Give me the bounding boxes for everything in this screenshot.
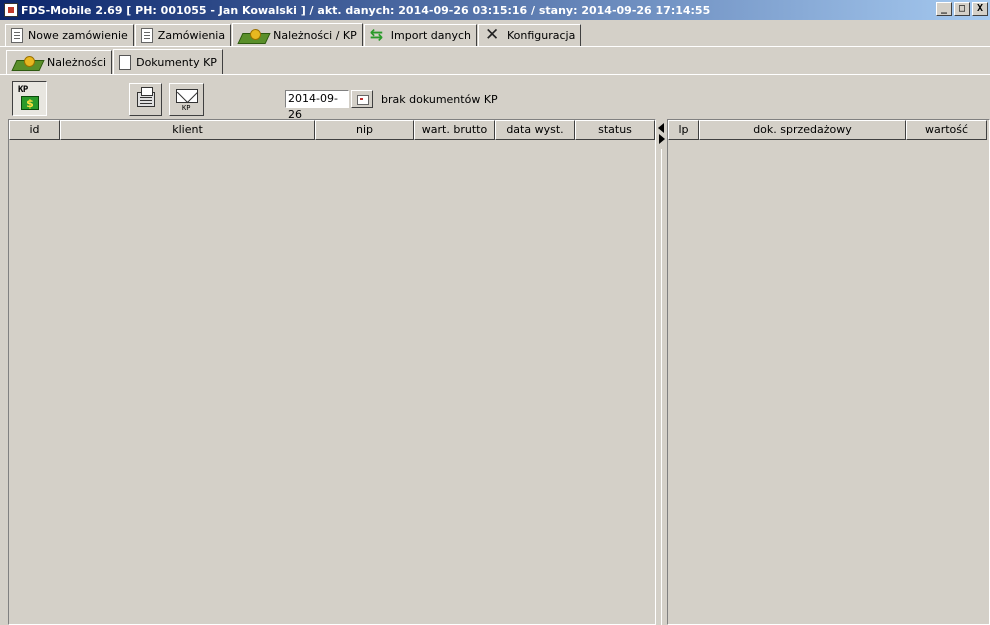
money-icon <box>12 54 42 72</box>
calendar-icon[interactable] <box>351 90 373 108</box>
collapse-right-icon[interactable] <box>659 134 665 144</box>
tab-nowe-zamowienie[interactable]: Nowe zamówienie <box>5 24 134 46</box>
maximize-button[interactable]: □ <box>954 2 970 16</box>
tab-naleznosci[interactable]: Należności <box>6 50 113 74</box>
column-header-wart-brutto[interactable]: wart. brutto <box>414 120 495 140</box>
app-icon <box>4 3 18 17</box>
envelope-icon <box>176 89 198 103</box>
tab-dokumenty-kp[interactable]: Dokumenty KP <box>113 49 223 75</box>
envelope-label: KP <box>182 104 191 112</box>
tab-divider <box>0 46 990 47</box>
column-header-id[interactable]: id <box>9 120 60 140</box>
kp-document-icon <box>119 55 132 70</box>
print-button[interactable] <box>129 83 162 116</box>
table-header: lp dok. sprzedażowy wartość <box>668 120 989 140</box>
main-tab-bar: Nowe zamówienie Zamówienia Należności / … <box>5 22 582 47</box>
sub-tab-bar: Należności Dokumenty KP <box>6 48 224 75</box>
title-bar: FDS-Mobile 2.69 [ PH: 001055 - Jan Kowal… <box>0 0 990 20</box>
column-header-data-wyst[interactable]: data wyst. <box>495 120 575 140</box>
panel-splitter[interactable] <box>656 119 667 625</box>
tab-label: Konfiguracja <box>507 29 576 42</box>
cash-icon: $ <box>21 96 39 110</box>
column-header-status[interactable]: status <box>575 120 655 140</box>
column-header-lp[interactable]: lp <box>668 120 699 140</box>
kp-label: KP <box>18 85 28 95</box>
document-icon <box>140 28 153 43</box>
window-title: FDS-Mobile 2.69 [ PH: 001055 - Jan Kowal… <box>21 3 711 17</box>
tab-label: Dokumenty KP <box>136 56 217 69</box>
tab-label: Nowe zamówienie <box>28 29 128 42</box>
status-text: brak dokumentów KP <box>381 93 498 106</box>
tab-import-danych[interactable]: Import danych <box>363 24 477 46</box>
money-icon <box>238 27 268 45</box>
printer-icon <box>137 87 155 107</box>
new-kp-button[interactable]: KP $ <box>12 81 47 116</box>
send-kp-button[interactable]: KP <box>169 83 204 116</box>
tab-konfiguracja[interactable]: Konfiguracja <box>478 24 582 46</box>
close-button[interactable]: X <box>972 2 988 16</box>
tab-zamowienia[interactable]: Zamówienia <box>134 24 232 46</box>
column-header-nip[interactable]: nip <box>315 120 414 140</box>
tab-label: Należności / KP <box>273 29 357 42</box>
tab-divider <box>0 74 990 75</box>
table-header: id klient nip wart. brutto data wyst. st… <box>9 120 655 140</box>
document-icon <box>11 28 23 43</box>
collapse-left-icon[interactable] <box>658 123 664 133</box>
sales-documents-table[interactable]: lp dok. sprzedażowy wartość <box>667 119 990 625</box>
kp-documents-table[interactable]: id klient nip wart. brutto data wyst. st… <box>8 119 656 625</box>
sync-arrows-icon <box>370 25 386 44</box>
column-header-wartosc[interactable]: wartość <box>906 120 987 140</box>
minimize-button[interactable]: _ <box>936 2 952 16</box>
column-header-dok-sprzedazowy[interactable]: dok. sprzedażowy <box>699 120 906 140</box>
tab-label: Zamówienia <box>157 29 226 42</box>
tab-naleznosci-kp[interactable]: Należności / KP <box>232 23 363 47</box>
window-controls: _ □ X <box>936 2 988 16</box>
tab-label: Należności <box>47 56 107 69</box>
column-header-klient[interactable]: klient <box>60 120 315 140</box>
tab-label: Import danych <box>390 29 471 42</box>
date-field[interactable]: 2014-09-26 <box>285 90 349 121</box>
tools-icon <box>484 25 502 45</box>
